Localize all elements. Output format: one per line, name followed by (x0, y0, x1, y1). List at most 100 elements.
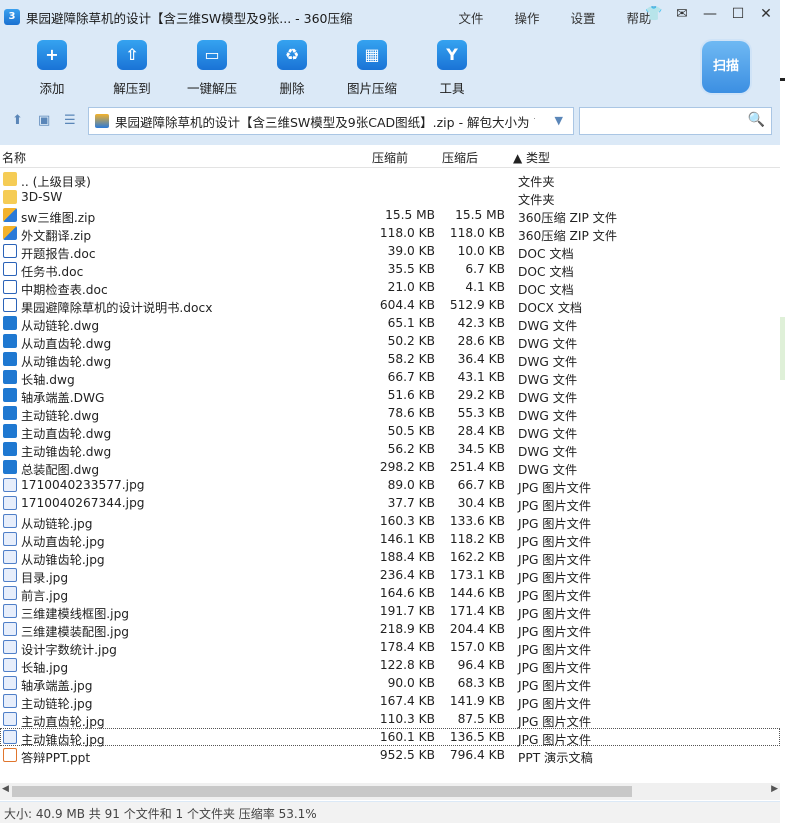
add-label: 添加 (39, 81, 65, 96)
file-size: 122.8 KB (379, 658, 435, 672)
column-size[interactable]: 压缩前 (372, 149, 408, 166)
file-row[interactable]: 开题报告.doc 39.0 KB 10.0 KB DOC 文档 (0, 242, 780, 261)
file-row[interactable]: 1710040233577.jpg 89.0 KB 66.7 KB JPG 图片文件 (0, 476, 780, 495)
extract-to-button[interactable]: ⇧ 解压到 (94, 40, 170, 97)
path-field[interactable]: 果园避障除草机的设计【含三维SW模型及9张CAD图纸】.zip - 解包大小为 … (88, 107, 574, 135)
search-icon[interactable]: 🔍 (748, 112, 765, 128)
file-row[interactable]: 从动锥齿轮.jpg 188.4 KB 162.2 KB JPG 图片文件 (0, 548, 780, 567)
file-row[interactable]: 从动链轮.jpg 160.3 KB 133.6 KB JPG 图片文件 (0, 512, 780, 531)
file-row[interactable]: 从动链轮.dwg 65.1 KB 42.3 KB DWG 文件 (0, 314, 780, 333)
file-row[interactable]: 主动链轮.dwg 78.6 KB 55.3 KB DWG 文件 (0, 404, 780, 423)
file-size: 50.2 KB (387, 334, 435, 348)
file-row[interactable]: 三维建模线框图.jpg 191.7 KB 171.4 KB JPG 图片文件 (0, 602, 780, 621)
file-row[interactable]: 总装配图.dwg 298.2 KB 251.4 KB DWG 文件 (0, 458, 780, 477)
file-row[interactable]: 长轴.jpg 122.8 KB 96.4 KB JPG 图片文件 (0, 656, 780, 675)
file-row[interactable]: 主动锥齿轮.jpg 160.1 KB 136.5 KB JPG 图片文件 (0, 728, 780, 747)
file-row[interactable]: 主动链轮.jpg 167.4 KB 141.9 KB JPG 图片文件 (0, 692, 780, 711)
file-row[interactable]: sw三维图.zip 15.5 MB 15.5 MB 360压缩 ZIP 文件 (0, 206, 780, 225)
file-row[interactable]: 目录.jpg 236.4 KB 173.1 KB JPG 图片文件 (0, 566, 780, 585)
dwg-file-icon (3, 334, 17, 348)
file-row[interactable]: 主动直齿轮.dwg 50.5 KB 28.4 KB DWG 文件 (0, 422, 780, 441)
jpg-file-icon (3, 550, 17, 564)
column-type[interactable]: ▲ 类型 (513, 149, 550, 166)
zip-file-icon (3, 226, 17, 240)
file-packed-size: 133.6 KB (449, 514, 505, 528)
list-view-icon[interactable]: ☰ (64, 113, 76, 128)
file-packed-size: 4.1 KB (465, 280, 505, 294)
file-row[interactable]: 3D-SW 文件夹 (0, 188, 780, 207)
chevron-down-icon[interactable]: ▼ (555, 114, 563, 127)
scrollbar-thumb[interactable] (12, 786, 632, 797)
image-compress-label: 图片压缩 (346, 81, 397, 96)
jpg-file-icon (3, 478, 17, 492)
file-size: 37.7 KB (387, 496, 435, 510)
folder-file-icon (3, 190, 17, 204)
file-row[interactable]: 主动直齿轮.jpg 110.3 KB 87.5 KB JPG 图片文件 (0, 710, 780, 729)
feedback-icon[interactable]: ✉ (668, 6, 696, 22)
column-packed[interactable]: 压缩后 (442, 149, 478, 166)
scan-button[interactable]: 扫描 (702, 41, 750, 93)
scroll-left-icon[interactable]: ◀ (2, 784, 9, 794)
column-name[interactable]: 名称 (2, 149, 26, 166)
file-row[interactable]: 设计字数统计.jpg 178.4 KB 157.0 KB JPG 图片文件 (0, 638, 780, 657)
file-packed-size: 55.3 KB (457, 406, 505, 420)
image-compress-button[interactable]: ▦ 图片压缩 (334, 40, 410, 97)
jpg-file-icon (3, 604, 17, 618)
close-button[interactable]: ✕ (752, 6, 780, 22)
file-row[interactable]: .. (上级目录) 文件夹 (0, 170, 780, 189)
file-size: 90.0 KB (387, 676, 435, 690)
file-list[interactable]: 名称 压缩前 压缩后 ▲ 类型 .. (上级目录) 文件夹 3D-SW 文件夹 sw三维… (0, 145, 780, 801)
menu-operate[interactable]: 操作 (499, 8, 555, 27)
tools-button[interactable]: Y 工具 (414, 40, 490, 97)
file-size: 164.6 KB (379, 586, 435, 600)
file-row[interactable]: 前言.jpg 164.6 KB 144.6 KB JPG 图片文件 (0, 584, 780, 603)
file-size: 191.7 KB (379, 604, 435, 618)
add-icon: + (37, 40, 67, 70)
file-row[interactable]: 答辩PPT.ppt 952.5 KB 796.4 KB PPT 演示文稿 (0, 746, 780, 765)
one-click-extract-button[interactable]: ▭ 一键解压 (174, 40, 250, 97)
file-packed-size: 36.4 KB (457, 352, 505, 366)
horizontal-scrollbar[interactable]: ◀ ▶ (0, 783, 780, 800)
file-row[interactable]: 任务书.doc 35.5 KB 6.7 KB DOC 文档 (0, 260, 780, 279)
add-button[interactable]: + 添加 (14, 40, 90, 97)
file-row[interactable]: 主动锥齿轮.dwg 56.2 KB 34.5 KB DWG 文件 (0, 440, 780, 459)
file-packed-size: 28.6 KB (457, 334, 505, 348)
file-size: 51.6 KB (387, 388, 435, 402)
background-window-edge (780, 78, 785, 81)
file-row[interactable]: 果园避障除草机的设计说明书.docx 604.4 KB 512.9 KB DOCX 文… (0, 296, 780, 315)
file-row[interactable]: 中期检查表.doc 21.0 KB 4.1 KB DOC 文档 (0, 278, 780, 297)
file-row[interactable]: 长轴.dwg 66.7 KB 43.1 KB DWG 文件 (0, 368, 780, 387)
file-packed-size: 171.4 KB (449, 604, 505, 618)
file-row[interactable]: 从动锥齿轮.dwg 58.2 KB 36.4 KB DWG 文件 (0, 350, 780, 369)
maximize-button[interactable]: ☐ (724, 6, 752, 22)
scroll-right-icon[interactable]: ▶ (771, 784, 778, 794)
file-row[interactable]: 从动直齿轮.jpg 146.1 KB 118.2 KB JPG 图片文件 (0, 530, 780, 549)
file-row[interactable]: 1710040267344.jpg 37.7 KB 30.4 KB JPG 图片文件 (0, 494, 780, 513)
jpg-file-icon (3, 640, 17, 654)
file-row[interactable]: 轴承端盖.jpg 90.0 KB 68.3 KB JPG 图片文件 (0, 674, 780, 693)
file-packed-size: 204.4 KB (449, 622, 505, 636)
file-row[interactable]: 从动直齿轮.dwg 50.2 KB 28.6 KB DWG 文件 (0, 332, 780, 351)
up-level-icon[interactable]: ⬆ (12, 113, 23, 128)
file-size: 21.0 KB (387, 280, 435, 294)
zip-file-icon (3, 208, 17, 222)
thumbnail-view-icon[interactable]: ▣ (38, 113, 50, 128)
skin-icon[interactable]: 👕 (640, 6, 668, 22)
file-name: 1710040267344.jpg (21, 496, 145, 510)
file-packed-size: 796.4 KB (449, 748, 505, 762)
minimize-button[interactable]: — (696, 6, 724, 22)
menu-file[interactable]: 文件 (443, 8, 499, 27)
delete-button[interactable]: ♻ 删除 (254, 40, 330, 97)
file-packed-size: 43.1 KB (457, 370, 505, 384)
search-input[interactable]: 🔍 (579, 107, 772, 135)
file-row[interactable]: 外文翻译.zip 118.0 KB 118.0 KB 360压缩 ZIP 文件 (0, 224, 780, 243)
file-size: 160.3 KB (379, 514, 435, 528)
file-row[interactable]: 三维建模装配图.jpg 218.9 KB 204.4 KB JPG 图片文件 (0, 620, 780, 639)
file-packed-size: 68.3 KB (457, 676, 505, 690)
file-row[interactable]: 轴承端盖.DWG 51.6 KB 29.2 KB DWG 文件 (0, 386, 780, 405)
menu-settings[interactable]: 设置 (555, 8, 611, 27)
delete-label: 删除 (279, 81, 305, 96)
file-size: 66.7 KB (387, 370, 435, 384)
file-packed-size: 15.5 MB (455, 208, 505, 222)
file-packed-size: 42.3 KB (457, 316, 505, 330)
